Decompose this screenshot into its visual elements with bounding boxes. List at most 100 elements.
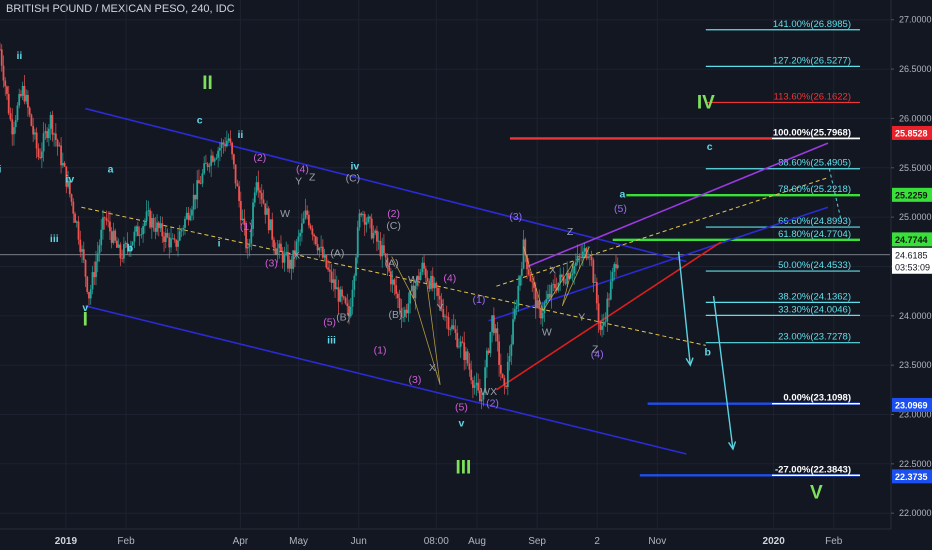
time-tick-label: 2020: [763, 536, 786, 547]
wave-label: (1): [473, 294, 486, 306]
candle-body: [452, 325, 455, 330]
candle-body: [302, 218, 305, 224]
candle-body: [257, 182, 260, 191]
candle-body: [70, 194, 73, 202]
fib-level-label: 23.00%(23.7278): [778, 332, 851, 343]
wave-label: (A): [385, 257, 399, 269]
candle-body: [314, 236, 317, 245]
candle-body: [367, 216, 370, 223]
wave-label: (C): [346, 173, 361, 185]
candle-body: [363, 213, 366, 225]
candle-body: [604, 321, 607, 323]
candle-body: [88, 291, 90, 299]
candle-body: [0, 49, 3, 66]
candle-body: [494, 328, 497, 334]
price-tick-label: 23.5000: [899, 360, 932, 370]
candle-body: [547, 293, 549, 300]
candle-body: [545, 299, 548, 304]
fib-level-label: -27.00%(22.3843): [775, 464, 851, 475]
candle-body: [9, 113, 12, 120]
candle-body: [337, 287, 340, 302]
candle-body: [229, 138, 232, 143]
fib-level-label: 50.00%(24.4533): [778, 260, 851, 271]
candle-body: [430, 275, 432, 289]
candle-body: [149, 210, 151, 228]
candle-body: [63, 162, 66, 167]
candle-body: [437, 287, 439, 296]
candle-body: [318, 247, 321, 251]
wave-label: W: [280, 208, 290, 220]
candle-body: [177, 240, 179, 247]
candle-body: [477, 382, 480, 391]
wave-label: X: [293, 250, 300, 262]
time-tick-label: Feb: [117, 536, 135, 547]
candle-body: [491, 315, 494, 332]
fib-level-label: 0.00%(23.1098): [783, 393, 851, 404]
candle-body: [519, 275, 521, 286]
candle-body: [77, 221, 80, 240]
candle-body: [255, 182, 258, 193]
candle-body: [189, 215, 192, 221]
channel-line-purple-upper[interactable]: [527, 142, 829, 268]
candle-body: [356, 227, 359, 258]
candle-body: [205, 163, 207, 165]
wave-label: (2): [486, 398, 499, 410]
candle-body: [297, 236, 300, 242]
candle-body: [594, 281, 596, 283]
candle-body: [173, 238, 176, 240]
time-tick-label: Sep: [528, 536, 546, 547]
candle-body: [390, 271, 392, 285]
candle-body: [313, 234, 316, 237]
candle-body: [307, 214, 310, 226]
candle-body: [424, 268, 427, 278]
price-chart[interactable]: 141.00%(26.8985) 127.20%(26.5277) 113.60%(…: [0, 0, 932, 550]
candle-body: [423, 262, 425, 269]
candle-body: [239, 200, 242, 221]
candle-body: [116, 240, 118, 248]
projection-arrow[interactable]: [712, 295, 734, 450]
candle-body: [105, 218, 108, 221]
candle-body: [274, 248, 277, 255]
candle-body: [288, 259, 291, 269]
candle-body: [175, 239, 178, 247]
candle-body: [611, 271, 614, 282]
price-tick-label: 22.0000: [899, 508, 932, 518]
wave-label: III: [455, 458, 471, 479]
candle-body: [138, 235, 141, 236]
candle-body: [613, 264, 616, 272]
candle-body: [470, 369, 473, 381]
candle-body: [100, 229, 103, 246]
candle-body: [170, 238, 172, 248]
candle-body: [510, 344, 513, 356]
candle-body: [203, 163, 206, 174]
price-tick-label: 22.5000: [899, 459, 932, 469]
candle-body: [372, 232, 375, 239]
wave-label: (3): [265, 257, 278, 269]
price-tag-label: 23.0969: [895, 400, 928, 410]
wave-label: IV: [697, 93, 715, 114]
candle-body: [587, 256, 589, 259]
projection-arrow[interactable]: [677, 251, 691, 366]
candle-body: [540, 309, 542, 319]
candle-body: [102, 217, 104, 230]
wave-label: Z: [567, 226, 574, 238]
candle-body: [273, 239, 275, 249]
wave-label: iii: [50, 233, 59, 245]
candle-body: [499, 364, 502, 374]
candle-body: [438, 295, 441, 300]
candle-body: [369, 216, 371, 219]
candle-body: [508, 355, 511, 362]
candle-body: [123, 243, 125, 259]
candle-body: [215, 157, 218, 159]
candle-body: [166, 232, 169, 238]
wave-label: b: [705, 346, 711, 358]
candle-body: [121, 258, 124, 260]
candle-body: [150, 218, 153, 228]
candle-body: [96, 253, 99, 262]
candle-body: [468, 363, 471, 370]
candle-body: [391, 279, 394, 285]
candle-body: [428, 281, 431, 289]
candle-body: [20, 94, 22, 96]
candle-body: [168, 237, 171, 248]
channel-line-lower-blue[interactable]: [85, 305, 687, 455]
